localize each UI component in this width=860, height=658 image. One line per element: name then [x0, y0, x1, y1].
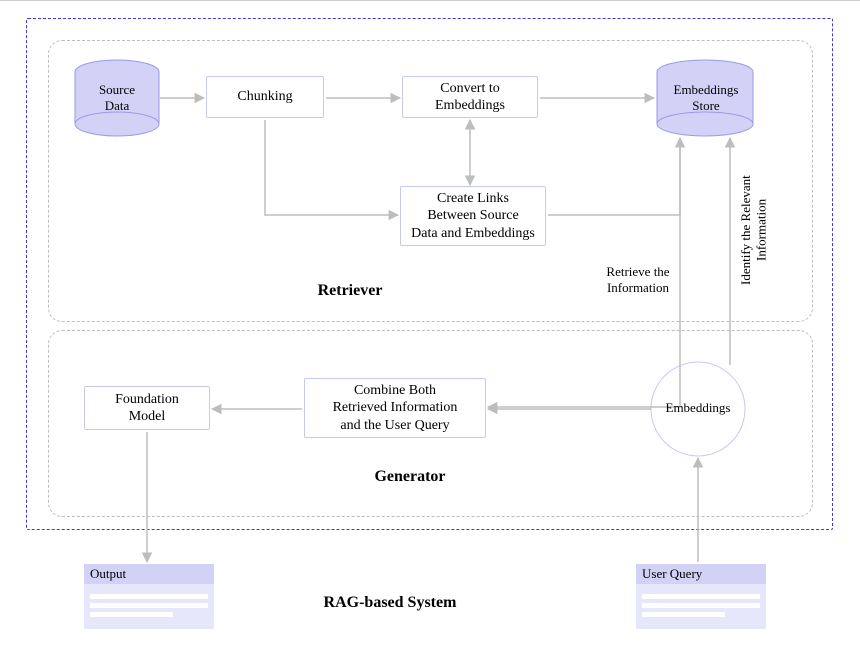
output-header: Output [84, 564, 214, 584]
system-title: RAG-based System [280, 594, 500, 612]
user-query-note: User Query [636, 564, 766, 624]
source-data-label: Source Data [77, 82, 157, 113]
output-note: Output [84, 564, 214, 624]
foundation-model-box: Foundation Model [84, 386, 210, 430]
embeddings-label: Embeddings [658, 400, 738, 416]
identify-label: Identify the Relevant Information [738, 160, 769, 300]
combine-box: Combine Both Retrieved Information and t… [304, 378, 486, 438]
generator-title: Generator [350, 468, 470, 486]
chunking-box: Chunking [206, 76, 324, 118]
embeddings-store-label: Embeddings Store [659, 82, 753, 113]
create-links-box: Create Links Between Source Data and Emb… [400, 186, 546, 246]
retrieve-label: Retrieve the Information [588, 264, 688, 295]
retriever-title: Retriever [290, 282, 410, 300]
convert-box: Convert to Embeddings [402, 76, 538, 118]
user-query-header: User Query [636, 564, 766, 584]
